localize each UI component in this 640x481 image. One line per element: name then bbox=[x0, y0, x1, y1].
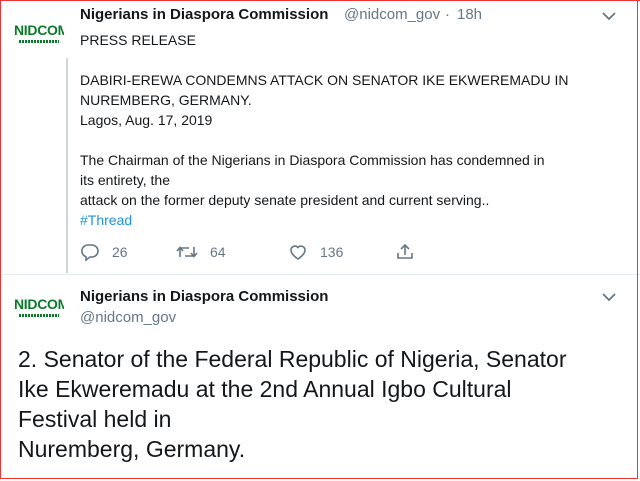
top-border bbox=[0, 0, 640, 1]
retweet-icon bbox=[176, 246, 198, 258]
author-handle[interactable]: @nidcom_gov bbox=[344, 6, 440, 23]
retweet-count: 64 bbox=[210, 244, 226, 260]
chevron-down-icon[interactable] bbox=[601, 291, 617, 303]
thread-connector-line bbox=[66, 58, 68, 273]
reply-icon bbox=[81, 244, 99, 262]
tweet-line: Nuremberg, Germany. bbox=[18, 436, 246, 462]
logo-underline bbox=[19, 314, 59, 317]
tweet-line: its entirety, the bbox=[80, 172, 171, 188]
heart-icon bbox=[290, 245, 306, 260]
time-separator: · bbox=[445, 6, 450, 23]
nidcom-logo-text: NIDCOM bbox=[14, 296, 64, 312]
tweet-line: NUREMBERG, GERMANY. bbox=[80, 92, 252, 108]
tweet-text-large: 2. Senator of the Federal Republic of Ni… bbox=[18, 344, 628, 464]
tweet-line: The Chairman of the Nigerians in Diaspor… bbox=[80, 152, 545, 168]
share-button[interactable] bbox=[395, 240, 427, 264]
like-count: 136 bbox=[320, 244, 344, 260]
tweet-line: Ike Ekweremadu at the 2nd Annual Igbo Cu… bbox=[18, 376, 512, 402]
hashtag-link[interactable]: #Thread bbox=[80, 210, 620, 230]
reply-count: 26 bbox=[112, 244, 128, 260]
chevron-down-icon[interactable] bbox=[601, 10, 617, 22]
tweet-text: PRESS RELEASE DABIRI-EREWA CONDEMNS ATTA… bbox=[80, 30, 620, 230]
nidcom-logo-text: NIDCOM bbox=[14, 22, 64, 38]
retweet-button[interactable]: 64 bbox=[176, 240, 226, 264]
tweet-line: DABIRI-EREWA CONDEMNS ATTACK ON SENATOR … bbox=[80, 72, 569, 88]
tweet-line: attack on the former deputy senate presi… bbox=[80, 192, 490, 208]
logo-underline bbox=[19, 40, 59, 43]
tweet-line: PRESS RELEASE bbox=[80, 32, 196, 48]
tweet-line: Festival held in bbox=[18, 406, 172, 432]
author-name[interactable]: Nigerians in Diaspora Commission bbox=[80, 6, 328, 23]
tweet-time[interactable]: 18h bbox=[457, 6, 482, 23]
author-handle[interactable]: @nidcom_gov bbox=[80, 309, 176, 326]
tweet-line: 2. Senator of the Federal Republic of Ni… bbox=[18, 346, 567, 372]
share-icon bbox=[397, 243, 413, 259]
author-name[interactable]: Nigerians in Diaspora Commission bbox=[80, 288, 328, 305]
reply-button[interactable]: 26 bbox=[80, 240, 128, 264]
like-button[interactable]: 136 bbox=[288, 240, 343, 264]
avatar[interactable]: NIDCOM bbox=[14, 8, 64, 58]
tweet-divider bbox=[0, 274, 640, 275]
tweet-line: Lagos, Aug. 17, 2019 bbox=[80, 112, 213, 128]
avatar[interactable]: NIDCOM bbox=[14, 282, 64, 332]
